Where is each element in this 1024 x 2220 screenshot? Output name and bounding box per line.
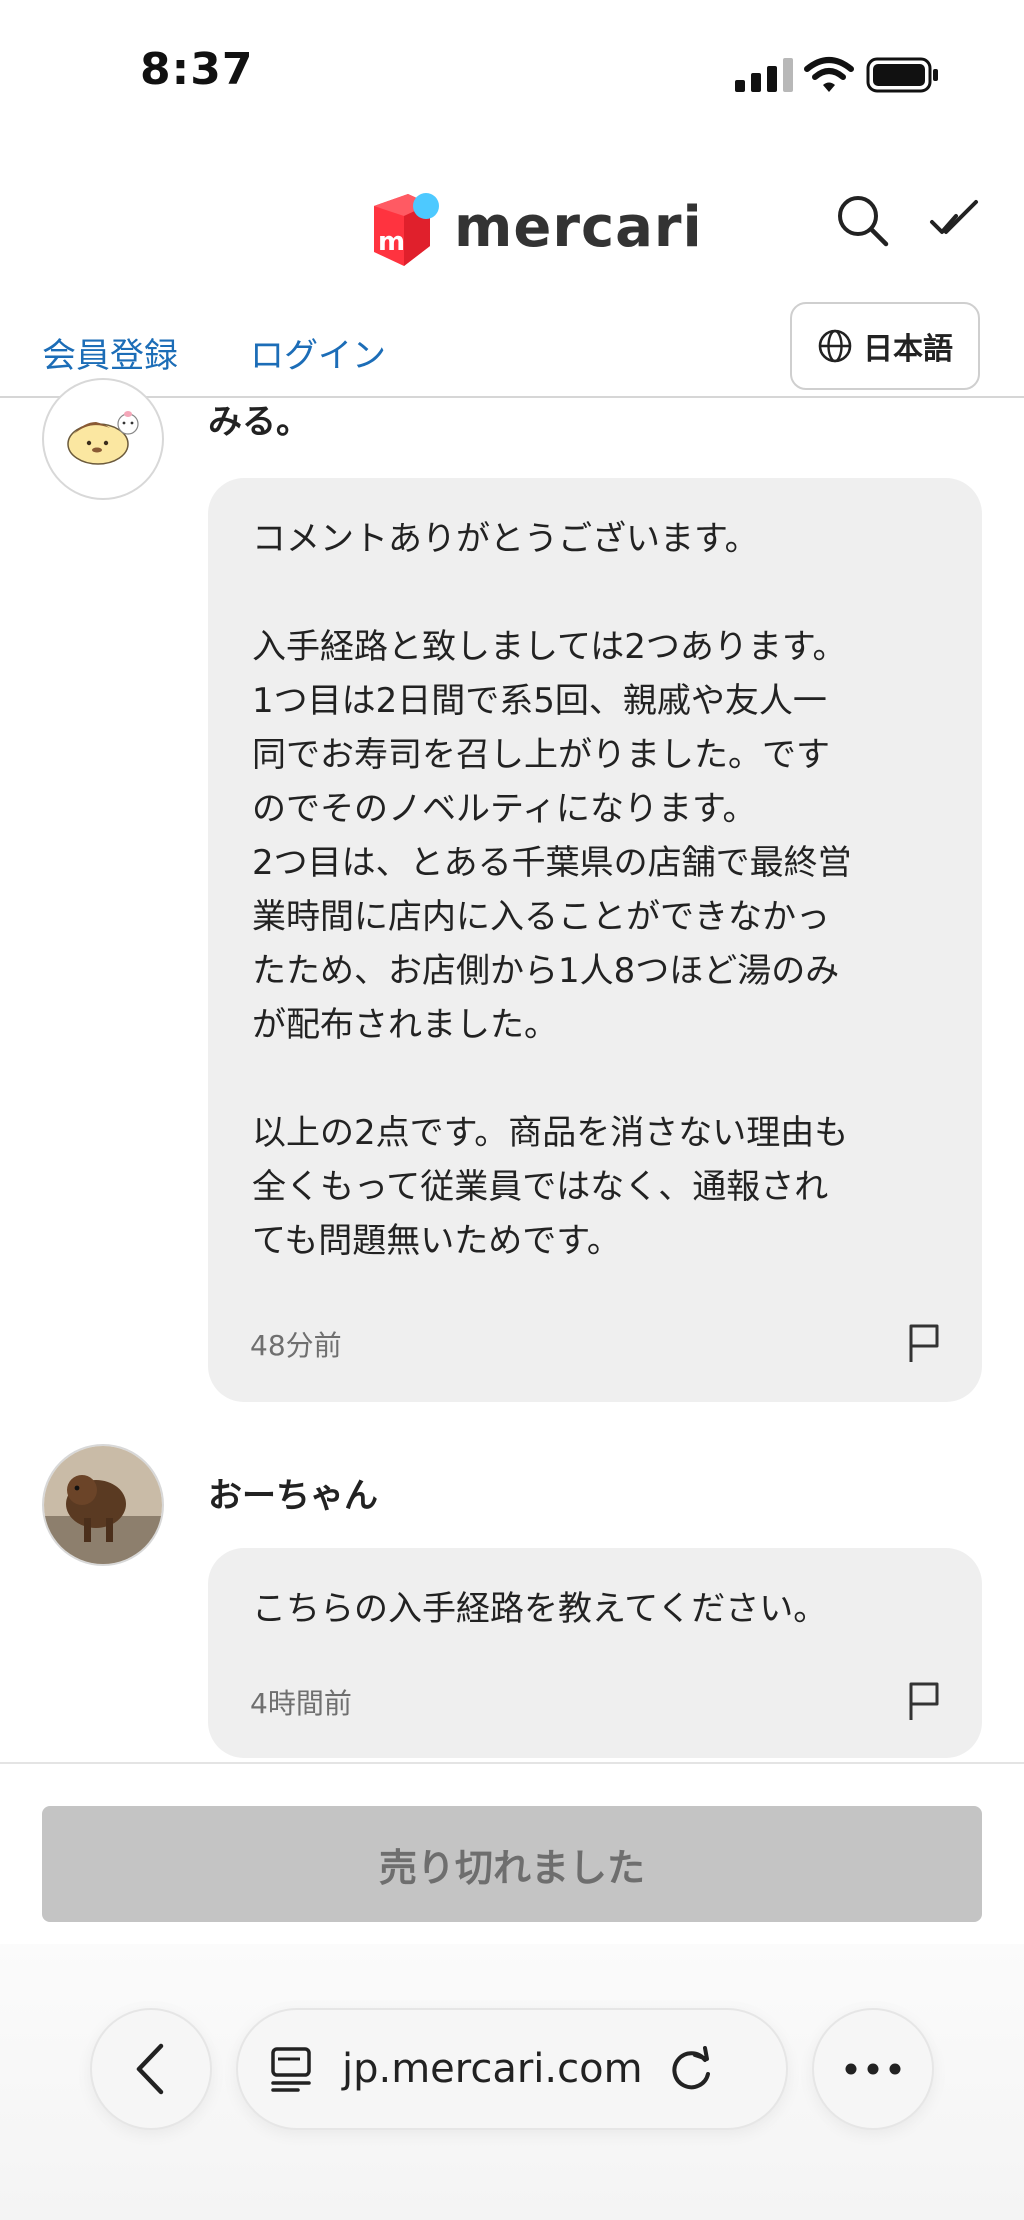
address-bar[interactable]: jp.mercari.com: [236, 2008, 788, 2130]
comment-text: こちらの入手経路を教えてください。: [252, 1589, 828, 1629]
more-button[interactable]: [812, 2008, 934, 2130]
header-divider: [0, 396, 1024, 398]
comment-text: コメントありがとうございます。 入手経路と致しましては2つあります。 1つ目は2…: [252, 519, 852, 1261]
language-label: 日本語: [863, 332, 953, 367]
tab-overview-icon[interactable]: [268, 2045, 316, 2093]
soldout-button[interactable]: 売り切れました: [42, 1806, 982, 1922]
footer-divider: [0, 1762, 1024, 1764]
chevron-left-icon: [136, 2043, 164, 2095]
comment-timestamp: 4時間前: [250, 1687, 352, 1720]
battery-icon: [866, 57, 938, 93]
cellular-signal-icon: [735, 58, 793, 92]
reload-icon[interactable]: [669, 2046, 715, 2092]
checklist-icon[interactable]: [928, 196, 982, 246]
report-flag-icon[interactable]: [906, 1322, 942, 1364]
pompompurin-avatar-icon: [67, 411, 139, 465]
logo-letter: m: [378, 227, 405, 257]
login-link[interactable]: ログイン: [250, 328, 386, 377]
soldout-label: 売り切れました: [378, 1845, 645, 1890]
register-link[interactable]: 会員登録: [42, 328, 178, 377]
back-button[interactable]: [90, 2008, 212, 2130]
dog-photo-avatar-icon: [44, 1446, 162, 1564]
comment-timestamp: 48分前: [250, 1329, 342, 1362]
comment-bubble: こちらの入手経路を教えてください。 4時間前: [208, 1548, 982, 1758]
status-time: 8:37: [140, 44, 254, 95]
comment-bubble: コメントありがとうございます。 入手経路と致しましては2つあります。 1つ目は2…: [208, 478, 982, 1402]
avatar[interactable]: [42, 378, 164, 500]
mercari-logo-icon: m: [374, 193, 439, 266]
globe-icon: [818, 329, 852, 363]
report-flag-icon[interactable]: [906, 1680, 942, 1722]
logo-wordmark: mercari: [454, 195, 703, 260]
comment-username: おーちゃん: [208, 1476, 378, 1516]
url-text: jp.mercari.com: [342, 2046, 643, 2092]
language-button[interactable]: 日本語: [790, 302, 980, 390]
comment-username: みる。: [208, 402, 310, 442]
avatar[interactable]: [42, 1444, 164, 1566]
wifi-icon: [804, 57, 854, 92]
more-dots-icon: [845, 2063, 901, 2075]
search-icon[interactable]: [836, 194, 890, 248]
